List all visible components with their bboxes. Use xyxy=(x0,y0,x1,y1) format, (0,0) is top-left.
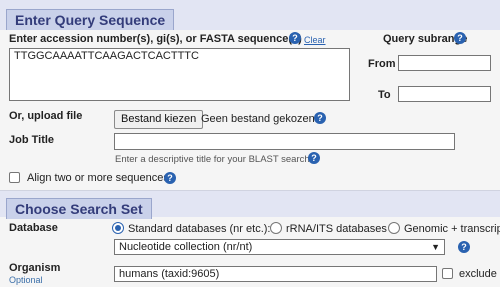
radio-rrna-its[interactable] xyxy=(270,222,282,234)
search-set-section-title: Choose Search Set xyxy=(6,198,152,219)
exclude-label: exclude xyxy=(459,268,497,280)
chevron-down-icon: ▼ xyxy=(431,242,440,252)
subrange-to-input[interactable] xyxy=(398,86,491,102)
help-icon[interactable]: ? xyxy=(164,172,176,184)
file-status-text: Geen bestand gekozen xyxy=(201,113,315,125)
exclude-checkbox[interactable] xyxy=(442,268,453,279)
job-title-input[interactable] xyxy=(114,133,455,150)
align-two-label: Align two or more sequences xyxy=(27,172,169,184)
collection-select-value: Nucleotide collection (nr/nt) xyxy=(119,241,253,253)
subrange-from-input[interactable] xyxy=(398,55,491,71)
upload-label: Or, upload file xyxy=(9,110,83,122)
help-icon[interactable]: ? xyxy=(289,32,301,44)
radio-rrna-label: rRNA/ITS databases xyxy=(286,223,387,235)
collection-select[interactable]: Nucleotide collection (nr/nt) ▼ xyxy=(114,239,445,255)
organism-input[interactable] xyxy=(114,266,437,282)
clear-link[interactable]: Clear xyxy=(304,35,326,45)
help-icon[interactable]: ? xyxy=(454,32,466,44)
radio-standard-databases[interactable] xyxy=(112,222,124,234)
choose-file-button[interactable]: Bestand kiezen xyxy=(114,110,204,129)
help-icon[interactable]: ? xyxy=(458,241,470,253)
organism-optional-label: Optional xyxy=(9,275,43,285)
subrange-to-label: To xyxy=(378,89,391,101)
radio-standard-label: Standard databases (nr etc.): xyxy=(128,223,271,235)
organism-label: Organism xyxy=(9,262,61,274)
help-icon[interactable]: ? xyxy=(308,152,320,164)
job-title-hint: Enter a descriptive title for your BLAST… xyxy=(115,154,310,165)
radio-genomic-transcript[interactable] xyxy=(388,222,400,234)
help-icon[interactable]: ? xyxy=(314,112,326,124)
subrange-from-label: From xyxy=(368,58,396,70)
sequence-textarea[interactable]: TTGGCAAAATTCAAGACTCACTTTC xyxy=(9,48,350,101)
database-label: Database xyxy=(9,222,58,234)
job-title-label: Job Title xyxy=(9,134,55,146)
accession-label: Enter accession number(s), gi(s), or FAS… xyxy=(9,33,302,45)
query-section-title: Enter Query Sequence xyxy=(6,9,175,30)
radio-genomic-label: Genomic + transcript xyxy=(404,223,500,235)
align-two-checkbox[interactable] xyxy=(9,172,20,183)
